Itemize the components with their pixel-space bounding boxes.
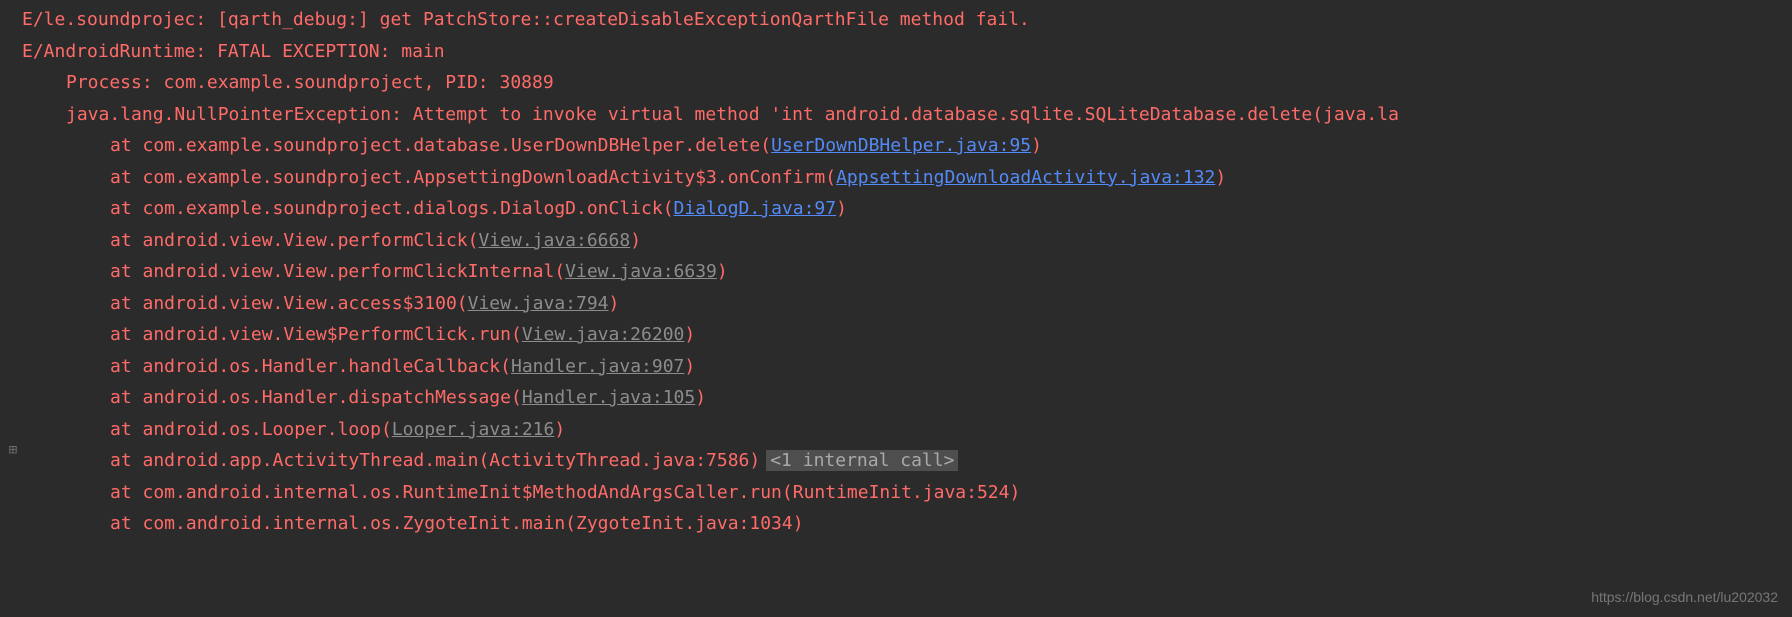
expand-icon[interactable]: ⊞ — [6, 443, 20, 457]
source-link[interactable]: DialogD.java:97 — [674, 198, 837, 219]
frame-method: at android.view.View.performClick — [110, 230, 468, 251]
frame-method: at android.os.Handler.dispatchMessage — [110, 387, 511, 408]
paren: ) — [684, 324, 695, 345]
stack-frame: at com.example.soundproject.database.Use… — [22, 130, 1792, 162]
stack-frame: at android.app.ActivityThread.main(Activ… — [22, 445, 1792, 477]
paren: ) — [836, 198, 847, 219]
source-link[interactable]: View.java:26200 — [522, 324, 685, 345]
stack-frame: at android.view.View$PerformClick.run(Vi… — [22, 319, 1792, 351]
frame-method: at android.os.Handler.handleCallback — [110, 356, 500, 377]
paren: ( — [468, 230, 479, 251]
paren: ) — [717, 261, 728, 282]
stack-frame: at android.view.View.access$3100(View.ja… — [22, 288, 1792, 320]
paren: ) — [1215, 167, 1226, 188]
stack-frame: at android.view.View.performClick(View.j… — [22, 225, 1792, 257]
paren: ) — [609, 293, 620, 314]
stack-frame: at android.view.View.performClickInterna… — [22, 256, 1792, 288]
paren: ) — [695, 387, 706, 408]
log-line: E/le.soundprojec: [qarth_debug:] get Pat… — [22, 4, 1792, 36]
stack-frame: at com.android.internal.os.ZygoteInit.ma… — [22, 508, 1792, 540]
source-link[interactable]: View.java:794 — [468, 293, 609, 314]
frame-method: at android.view.View$PerformClick.run — [110, 324, 511, 345]
source-link[interactable]: UserDownDBHelper.java:95 — [771, 135, 1031, 156]
paren: ) — [1031, 135, 1042, 156]
source-link[interactable]: Handler.java:907 — [511, 356, 684, 377]
paren: ) — [684, 356, 695, 377]
paren: ( — [760, 135, 771, 156]
paren: ( — [511, 324, 522, 345]
frame-method: at com.example.soundproject.AppsettingDo… — [110, 167, 825, 188]
source-link[interactable]: Handler.java:105 — [522, 387, 695, 408]
log-line: java.lang.NullPointerException: Attempt … — [22, 99, 1792, 131]
source-link[interactable]: AppsettingDownloadActivity.java:132 — [836, 167, 1215, 188]
frame-method: at android.os.Looper.loop — [110, 419, 381, 440]
watermark: https://blog.csdn.net/lu202032 — [1591, 585, 1778, 610]
paren: ( — [511, 387, 522, 408]
stack-frame: at com.example.soundproject.AppsettingDo… — [22, 162, 1792, 194]
frame-method: at com.example.soundproject.dialogs.Dial… — [110, 198, 663, 219]
stack-frame: at com.example.soundproject.dialogs.Dial… — [22, 193, 1792, 225]
stack-frame: at com.android.internal.os.RuntimeInit$M… — [22, 477, 1792, 509]
internal-call-badge[interactable]: <1 internal call> — [766, 450, 958, 471]
paren: ( — [554, 261, 565, 282]
stack-frame: at android.os.Looper.loop(Looper.java:21… — [22, 414, 1792, 446]
stack-frame: at android.os.Handler.handleCallback(Han… — [22, 351, 1792, 383]
stack-frame: at android.os.Handler.dispatchMessage(Ha… — [22, 382, 1792, 414]
paren: ) — [554, 419, 565, 440]
paren: ( — [500, 356, 511, 377]
paren: ) — [630, 230, 641, 251]
paren: ( — [825, 167, 836, 188]
source-link[interactable]: View.java:6639 — [565, 261, 717, 282]
paren: ( — [663, 198, 674, 219]
log-line: E/AndroidRuntime: FATAL EXCEPTION: main — [22, 36, 1792, 68]
source-link[interactable]: Looper.java:216 — [392, 419, 555, 440]
frame-method: at com.example.soundproject.database.Use… — [110, 135, 760, 156]
source-link[interactable]: View.java:6668 — [478, 230, 630, 251]
frame-method: at android.app.ActivityThread.main(Activ… — [110, 450, 760, 471]
paren: ( — [457, 293, 468, 314]
paren: ( — [381, 419, 392, 440]
frame-method: at android.view.View.performClickInterna… — [110, 261, 554, 282]
frame-method: at android.view.View.access$3100 — [110, 293, 457, 314]
log-line: Process: com.example.soundproject, PID: … — [22, 67, 1792, 99]
logcat-output: E/le.soundprojec: [qarth_debug:] get Pat… — [0, 0, 1792, 540]
